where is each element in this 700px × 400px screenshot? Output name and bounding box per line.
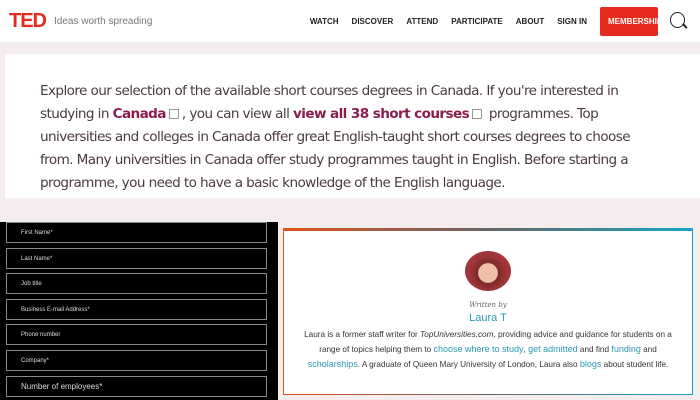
- canada-link[interactable]: Canada: [113, 106, 167, 122]
- intro-paragraph: Explore our selection of the available s…: [5, 54, 700, 198]
- avatar: [465, 251, 511, 291]
- job-title-field[interactable]: Job title: [6, 273, 267, 295]
- phone-field[interactable]: Phone number: [6, 324, 267, 346]
- author-card: Written by Laura T Laura is a former sta…: [283, 228, 693, 395]
- nav-sign-in[interactable]: SIGN IN: [557, 17, 587, 26]
- site-name: TopUniversities.com: [420, 330, 494, 339]
- tagline: Ideas worth spreading: [54, 15, 153, 27]
- company-field[interactable]: Company*: [6, 349, 267, 371]
- choose-where-to-study-link[interactable]: choose where to study: [433, 344, 523, 354]
- top-nav: TED Ideas worth spreading WATCH DISCOVER…: [0, 0, 700, 44]
- intro-text: , you can view all: [181, 106, 293, 122]
- author-name[interactable]: Laura T: [284, 312, 692, 324]
- nav-discover[interactable]: DISCOVER: [352, 17, 394, 26]
- bio-text: Laura is a former staff writer for: [304, 330, 421, 339]
- view-all-courses-link[interactable]: view all 38 short courses: [293, 106, 470, 122]
- nav-participate[interactable]: PARTICIPATE: [451, 17, 503, 26]
- search-icon[interactable]: [669, 11, 689, 31]
- membership-button[interactable]: MEMBERSHIP: [600, 6, 662, 36]
- bio-text: about student life.: [601, 360, 669, 369]
- nav-about[interactable]: ABOUT: [516, 17, 544, 26]
- bio-text: . A graduate of Queen Mary University of…: [357, 360, 580, 369]
- nav-watch[interactable]: WATCH: [310, 17, 339, 26]
- employees-field[interactable]: Number of employees*: [6, 375, 267, 397]
- funding-link[interactable]: funding: [611, 344, 641, 354]
- last-name-field[interactable]: Last Name*: [6, 247, 267, 269]
- nav-menu: WATCH DISCOVER ATTEND PARTICIPATE ABOUT …: [310, 6, 700, 36]
- blogs-link[interactable]: blogs: [580, 359, 602, 369]
- first-name-field[interactable]: First Name*: [6, 222, 267, 243]
- bio-text: and: [640, 345, 657, 354]
- written-by-label: Written by: [469, 301, 507, 309]
- ted-logo[interactable]: TED: [9, 10, 47, 33]
- contact-form: First Name* Last Name* Job title Busines…: [0, 222, 278, 400]
- nav-attend[interactable]: ATTEND: [406, 17, 438, 26]
- email-field[interactable]: Business E-mail Address*: [6, 298, 267, 320]
- author-bio: Laura is a former staff writer for TopUn…: [284, 328, 692, 372]
- bio-text: and find: [577, 345, 612, 354]
- external-link-icon: [168, 109, 179, 119]
- scholarships-link[interactable]: scholarships: [308, 359, 358, 369]
- external-link-icon: [472, 109, 483, 119]
- get-admitted-link[interactable]: get admitted: [528, 344, 578, 354]
